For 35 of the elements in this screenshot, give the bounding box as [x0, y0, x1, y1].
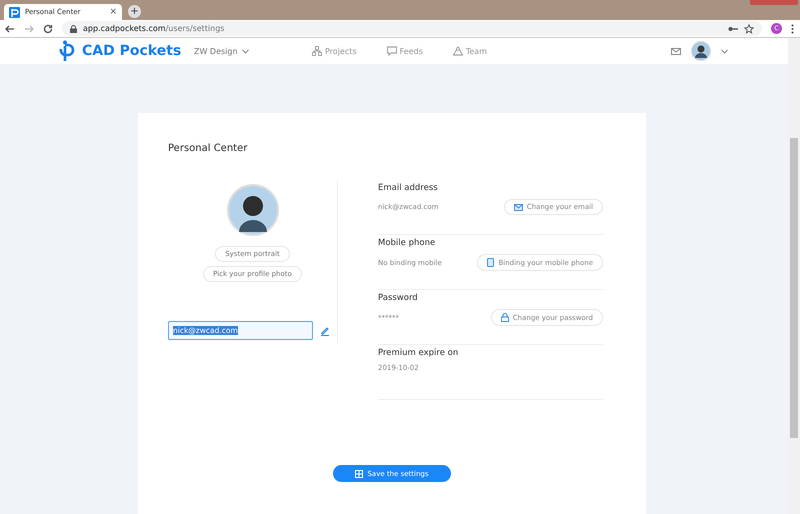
scrollbar[interactable]: [788, 38, 800, 514]
field-label: Email address: [378, 183, 439, 193]
new-tab-button[interactable]: +: [128, 5, 141, 18]
nav-link[interactable]: Team: [452, 46, 487, 56]
nodes-icon: [312, 46, 322, 56]
field-label: Premium expire on: [378, 348, 460, 358]
mail-icon[interactable]: [671, 48, 681, 54]
menu-icon[interactable]: [791, 24, 794, 34]
nav-link[interactable]: Feeds: [386, 46, 423, 56]
edit-icon[interactable]: [320, 326, 330, 336]
back-icon[interactable]: [5, 24, 15, 34]
phone-icon: [487, 258, 494, 267]
triangle-icon: [452, 46, 463, 56]
key-icon[interactable]: [728, 26, 738, 32]
logo-text[interactable]: CAD Pockets: [82, 43, 182, 59]
lock-icon: [500, 313, 509, 322]
user-avatar[interactable]: [691, 41, 711, 61]
envelope-icon: [514, 204, 523, 210]
chat-icon: [386, 46, 397, 56]
chevron-icon[interactable]: [721, 48, 728, 54]
reload-icon[interactable]: [43, 24, 53, 34]
chevron-icon: [242, 48, 249, 54]
nav-link[interactable]: Projects: [312, 46, 357, 56]
workspace-dropdown[interactable]: ZW Design: [194, 46, 312, 56]
star-icon[interactable]: [744, 24, 754, 34]
lock-icon: [70, 24, 77, 32]
card-title: Personal Center: [168, 143, 248, 156]
save-icon: [355, 470, 364, 478]
profile-avatar: [226, 184, 278, 236]
field-label: Password: [378, 293, 419, 303]
close-icon[interactable]: ×: [109, 7, 117, 17]
app-logo-icon: [9, 6, 20, 18]
address-bar[interactable]: app.cadpockets.com/users/settings: [62, 21, 762, 36]
url-text: app.cadpockets.com/users/settings: [83, 24, 224, 33]
field-label: Mobile phone: [378, 238, 436, 248]
